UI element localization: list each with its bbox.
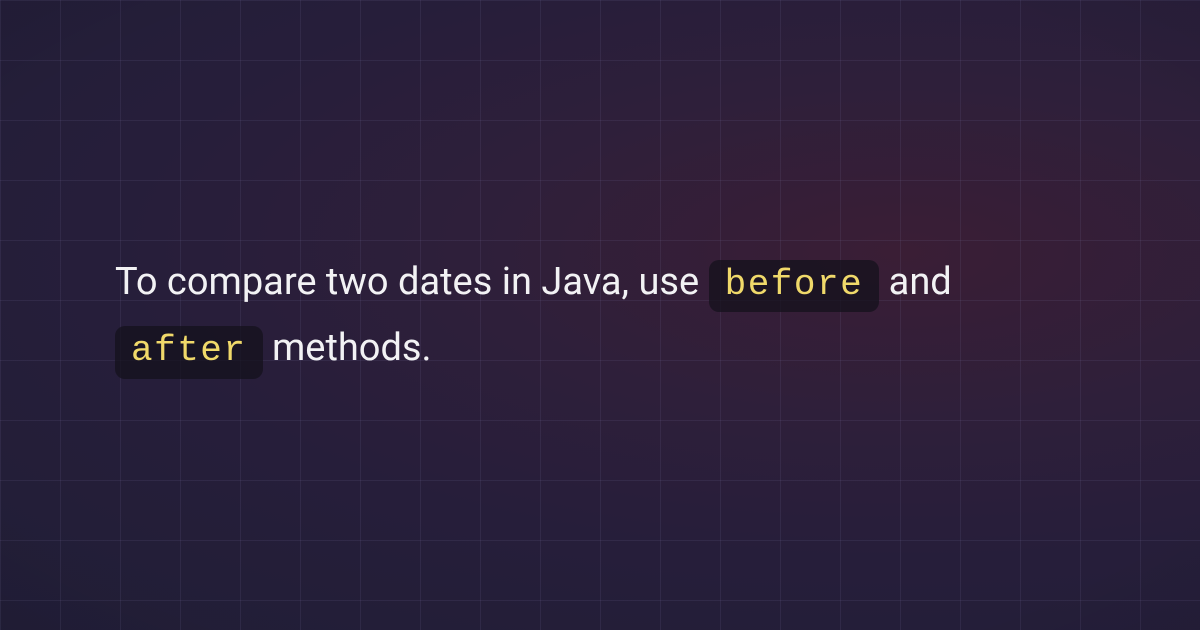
card-container: To compare two dates in Java, use before… — [0, 0, 1200, 630]
content-text: To compare two dates in Java, use before… — [115, 249, 1085, 382]
text-segment: and — [889, 260, 952, 304]
code-before: before — [709, 260, 880, 313]
text-segment: methods. — [272, 326, 432, 370]
text-segment: To compare two dates in Java, use — [115, 260, 709, 304]
code-after: after — [115, 326, 263, 379]
